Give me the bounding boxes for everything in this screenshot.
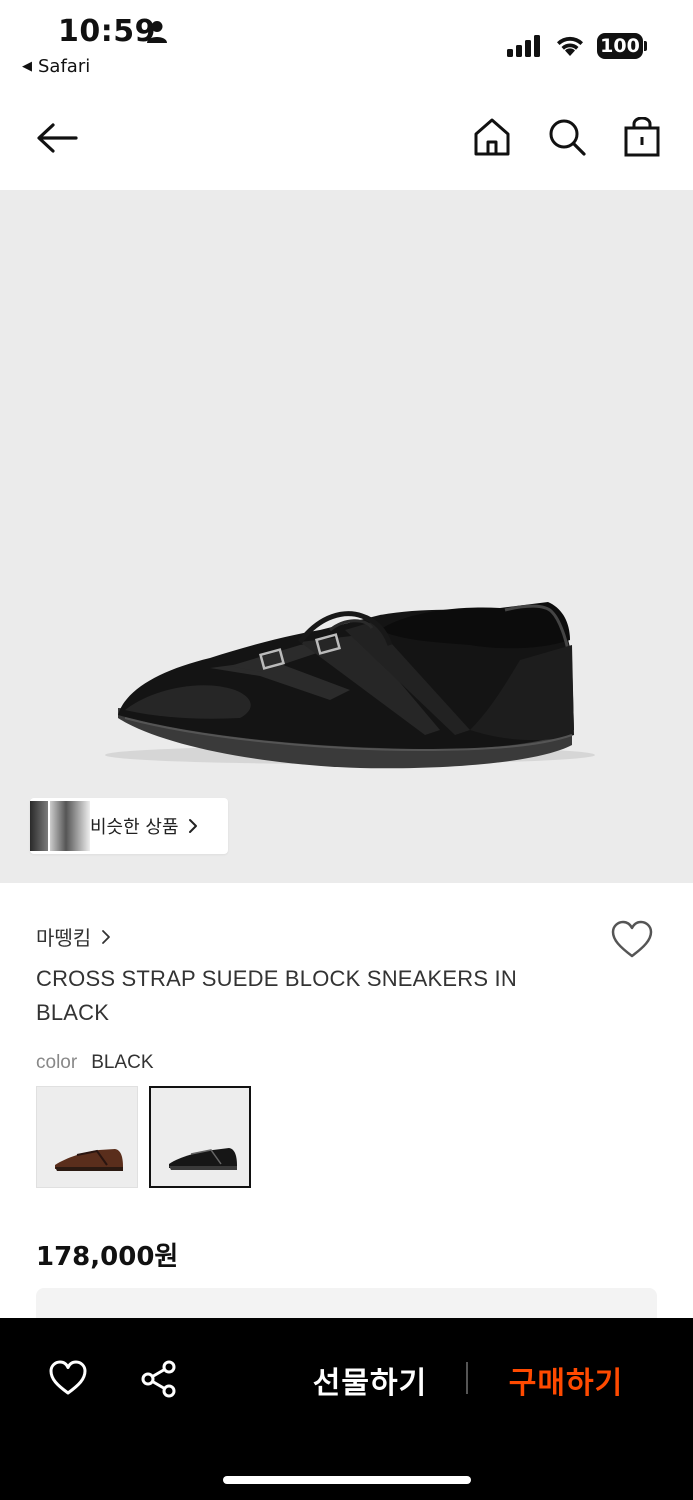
home-indicator[interactable] — [223, 1476, 471, 1484]
product-title: CROSS STRAP SUEDE BLOCK SNEAKERS IN BLAC… — [36, 966, 517, 1025]
status-bar: 10:59 ◀ Safari 100 — [0, 0, 693, 90]
back-app-label: Safari — [38, 56, 91, 77]
battery-level: 100 — [597, 33, 643, 59]
wifi-icon — [557, 36, 583, 56]
top-nav — [0, 100, 693, 180]
similar-products-label: 비슷한 상품 — [90, 817, 179, 838]
similar-products-label-wrap: 비슷한 상품 — [90, 813, 199, 839]
battery-indicator: 100 — [597, 33, 647, 59]
wishlist-heart-icon[interactable] — [610, 920, 654, 960]
back-to-app-link[interactable]: ◀ Safari — [22, 56, 90, 77]
brand-link[interactable]: 마뗑킴 — [36, 922, 111, 951]
bottom-action-bar: 선물하기 구매하기 — [0, 1318, 693, 1500]
bottom-heart-icon[interactable] — [48, 1360, 88, 1396]
similar-thumb — [48, 801, 90, 851]
back-arrow-icon[interactable] — [34, 118, 80, 158]
status-time: 10:59 — [58, 14, 156, 49]
cellular-signal-icon — [507, 35, 540, 57]
buy-button[interactable]: 구매하기 — [496, 1358, 636, 1402]
home-icon[interactable] — [473, 117, 511, 157]
button-divider — [466, 1362, 468, 1394]
sneaker-photo — [105, 602, 595, 769]
color-value: BLACK — [91, 1052, 154, 1073]
color-swatch-black[interactable] — [149, 1086, 251, 1188]
product-price: 178,000원 — [36, 1242, 179, 1272]
back-triangle-icon: ◀ — [22, 59, 32, 74]
brand-name: 마뗑킴 — [36, 926, 92, 950]
search-icon[interactable] — [547, 117, 587, 157]
similar-thumbnails — [30, 798, 90, 854]
color-row: color BLACK — [36, 1052, 154, 1074]
person-icon — [147, 21, 167, 43]
color-label: color — [36, 1052, 78, 1073]
share-icon[interactable] — [140, 1360, 178, 1398]
battery-tip — [644, 41, 647, 51]
gift-button[interactable]: 선물하기 — [300, 1358, 440, 1402]
chevron-right-icon — [102, 929, 111, 944]
similar-products-button[interactable]: 비슷한 상품 — [30, 798, 228, 854]
brown-sneaker-thumbnail — [55, 1149, 123, 1171]
shopping-bag-icon[interactable] — [623, 117, 661, 157]
color-swatch-brown[interactable] — [36, 1086, 138, 1188]
black-sneaker-thumbnail — [169, 1148, 237, 1170]
chevron-right-icon — [188, 819, 197, 833]
product-image[interactable]: 비슷한 상품 — [0, 190, 693, 883]
